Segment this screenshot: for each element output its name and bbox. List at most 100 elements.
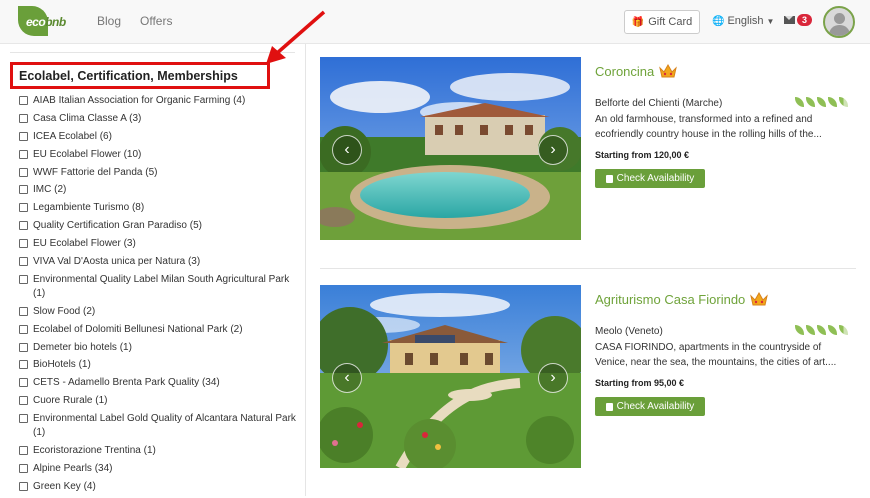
filter-option-label: EU Ecolabel Flower (3) bbox=[33, 238, 136, 250]
filter-checkbox[interactable] bbox=[19, 360, 28, 370]
filter-list: AIAB Italian Association for Organic Far… bbox=[19, 94, 299, 498]
check-availability-button[interactable]: Check Availability bbox=[595, 397, 705, 416]
filter-checkbox[interactable] bbox=[19, 463, 28, 473]
filter-option-label: Ecoristorazione Trentina (1) bbox=[33, 445, 156, 457]
messages-button[interactable]: 3 bbox=[784, 14, 813, 26]
filter-option-label: AIAB Italian Association for Organic Far… bbox=[33, 95, 246, 106]
filter-option-label: IMC (2) bbox=[33, 184, 67, 196]
filter-option[interactable]: Environmental Label Gold Quality of Alca… bbox=[19, 412, 299, 440]
listing-title-row: Coroncina bbox=[595, 59, 856, 83]
nav-link-offers[interactable]: Offers bbox=[140, 14, 172, 28]
filter-checkbox[interactable] bbox=[19, 324, 28, 334]
eco-leaf-icon bbox=[817, 325, 826, 335]
gift-icon: 🎁 bbox=[631, 16, 645, 28]
filter-option[interactable]: Casa Clima Classe A (3) bbox=[19, 112, 299, 126]
listing-separator bbox=[320, 268, 856, 269]
filter-option[interactable]: AIAB Italian Association for Organic Far… bbox=[19, 94, 299, 108]
filter-option-label: CETS - Adamello Brenta Park Quality (34) bbox=[33, 377, 220, 389]
filter-option[interactable]: VIVA Val D'Aosta unica per Natura (3) bbox=[19, 255, 299, 269]
filter-checkbox[interactable] bbox=[19, 113, 28, 123]
ecobnb-logo[interactable]: ecobnb bbox=[18, 6, 66, 36]
filter-option[interactable]: Legambiente Turismo (8) bbox=[19, 201, 299, 215]
filter-checkbox[interactable] bbox=[19, 149, 28, 159]
filter-checkbox[interactable] bbox=[19, 203, 28, 213]
filter-option[interactable]: BioHotels (1) bbox=[19, 358, 299, 372]
filter-option-label: Slow Food (2) bbox=[33, 305, 96, 317]
location-row: Meolo (Veneto) bbox=[595, 321, 856, 339]
book-icon bbox=[605, 402, 613, 411]
slider-prev-button[interactable]: ‹ bbox=[332, 363, 362, 393]
listing-info: Agriturismo Casa Fiorindo Meolo (Veneto)… bbox=[595, 285, 856, 416]
filter-checkbox[interactable] bbox=[19, 306, 28, 316]
avatar-body bbox=[829, 25, 850, 36]
filter-checkbox[interactable] bbox=[19, 239, 28, 249]
listing-price: Starting from 95,00 € bbox=[595, 378, 685, 388]
slider-next-button[interactable]: › bbox=[538, 363, 568, 393]
messages-badge: 3 bbox=[797, 14, 813, 26]
crown-icon bbox=[750, 291, 769, 306]
user-avatar[interactable] bbox=[823, 6, 855, 38]
filter-option[interactable]: ICEA Ecolabel (6) bbox=[19, 130, 299, 144]
slider-prev-button[interactable]: ‹ bbox=[332, 135, 362, 165]
filter-option[interactable]: Alpine Pearls (34) bbox=[19, 462, 299, 476]
eco-leaf-icon bbox=[806, 325, 815, 335]
filter-checkbox[interactable] bbox=[19, 396, 28, 406]
globe-icon: 🌐 bbox=[712, 15, 725, 27]
eco-leaf-icon bbox=[795, 97, 804, 107]
filter-option[interactable]: IMC (2) bbox=[19, 183, 299, 197]
language-dropdown[interactable]: 🌐 English ▼ bbox=[712, 15, 774, 27]
filter-checkbox[interactable] bbox=[19, 96, 28, 105]
filter-option-label: VIVA Val D'Aosta unica per Natura (3) bbox=[33, 256, 201, 268]
filter-option-label: Demeter bio hotels (1) bbox=[33, 341, 132, 353]
filter-checkbox[interactable] bbox=[19, 167, 28, 177]
nav-link-blog[interactable]: Blog bbox=[97, 14, 121, 28]
filter-option-label: WWF Fattorie del Panda (5) bbox=[33, 166, 158, 178]
language-label: English bbox=[727, 15, 764, 27]
filter-checkbox[interactable] bbox=[19, 446, 28, 456]
eco-leaf-icon bbox=[817, 97, 826, 107]
slider-next-button[interactable]: › bbox=[538, 135, 568, 165]
filter-option-label: Casa Clima Classe A (3) bbox=[33, 112, 142, 124]
gift-card-button[interactable]: 🎁 Gift Card bbox=[624, 10, 700, 34]
filter-option[interactable]: Green Key (4) bbox=[19, 480, 299, 494]
filter-option[interactable]: Environmental Quality Label Milan South … bbox=[19, 273, 299, 301]
filter-option[interactable]: Demeter bio hotels (1) bbox=[19, 341, 299, 355]
filter-option-label: Environmental Label Gold Quality of Alca… bbox=[33, 413, 296, 439]
filter-option[interactable]: Quality Certification Gran Paradiso (5) bbox=[19, 219, 299, 233]
eco-leaf-icon bbox=[828, 97, 837, 107]
filter-option[interactable]: Ecolabel of Dolomiti Bellunesi National … bbox=[19, 323, 299, 337]
filter-checkbox[interactable] bbox=[19, 257, 28, 267]
filter-checkbox[interactable] bbox=[19, 414, 28, 424]
filter-checkbox[interactable] bbox=[19, 131, 28, 141]
filter-option[interactable]: EU Ecolabel Flower (10) bbox=[19, 148, 299, 162]
eco-rating bbox=[795, 325, 848, 335]
filter-option[interactable]: Cuore Rurale (1) bbox=[19, 394, 299, 408]
eco-leaf-half-icon bbox=[839, 97, 848, 107]
listing-title[interactable]: Agriturismo Casa Fiorindo bbox=[595, 292, 745, 307]
filter-checkbox[interactable] bbox=[19, 185, 28, 195]
location-row: Belforte del Chienti (Marche) bbox=[595, 93, 856, 111]
check-availability-label: Check Availability bbox=[616, 173, 695, 184]
listing-title-row: Agriturismo Casa Fiorindo bbox=[595, 287, 856, 311]
filter-checkbox[interactable] bbox=[19, 481, 28, 491]
listing-description: An old farmhouse, transformed into a ref… bbox=[595, 114, 822, 140]
filter-option[interactable]: Slow Food (2) bbox=[19, 305, 299, 319]
check-availability-button[interactable]: Check Availability bbox=[595, 169, 705, 188]
top-navbar: ecobnb Blog Offers 🎁 Gift Card 🌐 English… bbox=[0, 0, 870, 44]
eco-leaf-icon bbox=[795, 325, 804, 335]
filter-checkbox[interactable] bbox=[19, 221, 28, 231]
filter-option[interactable]: EU Ecolabel Flower (3) bbox=[19, 237, 299, 251]
filter-option[interactable]: Ecoristorazione Trentina (1) bbox=[19, 444, 299, 458]
listing-photo[interactable]: ‹ › bbox=[320, 285, 581, 468]
filter-option-label: Ecolabel of Dolomiti Bellunesi National … bbox=[33, 323, 243, 335]
listing-title[interactable]: Coroncina bbox=[595, 64, 654, 79]
filter-checkbox[interactable] bbox=[19, 342, 28, 352]
eco-leaf-icon bbox=[806, 97, 815, 107]
listing-price: Starting from 120,00 € bbox=[595, 150, 690, 160]
filter-option[interactable]: WWF Fattorie del Panda (5) bbox=[19, 166, 299, 180]
filter-checkbox[interactable] bbox=[19, 274, 28, 284]
filter-option[interactable]: CETS - Adamello Brenta Park Quality (34) bbox=[19, 376, 299, 390]
filter-checkbox[interactable] bbox=[19, 378, 28, 388]
listing-photo[interactable]: ‹ › bbox=[320, 57, 581, 240]
filter-section-title: Ecolabel, Certification, Memberships bbox=[10, 62, 270, 89]
